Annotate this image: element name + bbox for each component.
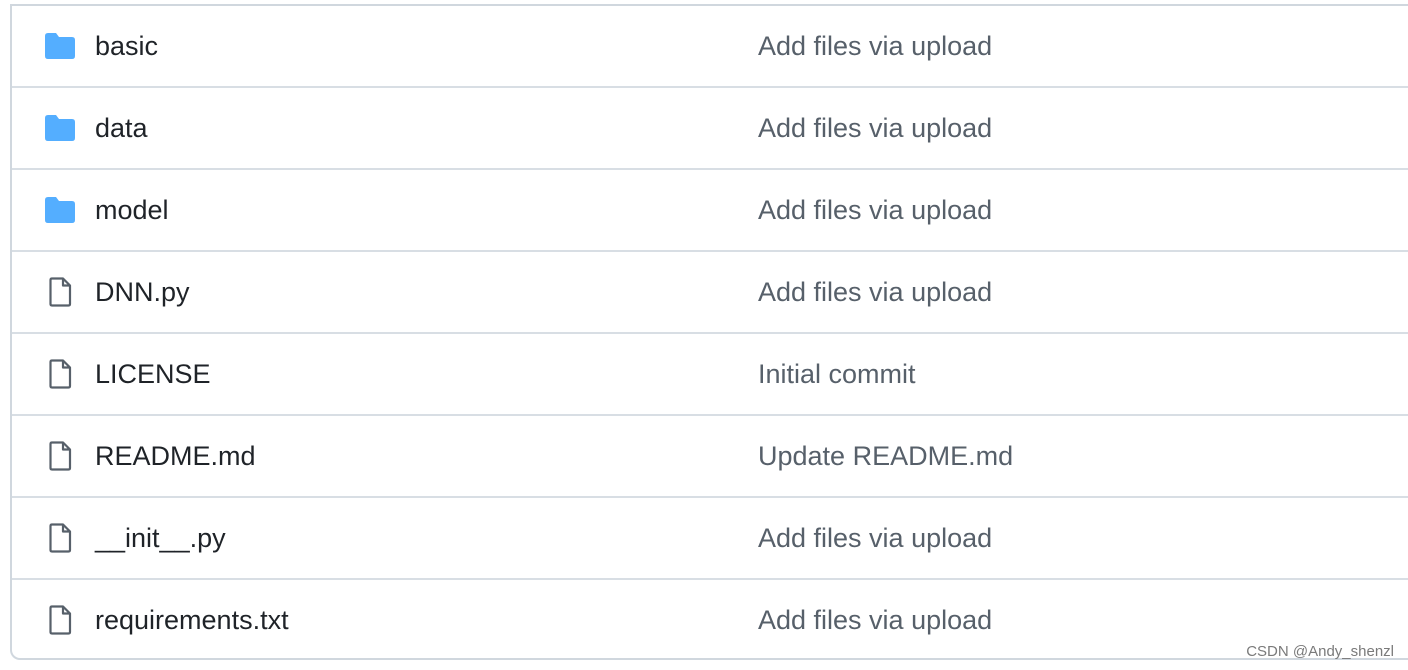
- file-row-license[interactable]: LICENSE Initial commit: [12, 334, 1408, 416]
- commit-message-link[interactable]: Add files via upload: [758, 111, 992, 145]
- folder-icon: [45, 115, 75, 141]
- folder-icon: [45, 33, 75, 59]
- file-row-requirements[interactable]: requirements.txt Add files via upload: [12, 580, 1408, 660]
- file-name-link[interactable]: DNN.py: [95, 275, 190, 309]
- file-name-link[interactable]: model: [95, 193, 169, 227]
- commit-message-link[interactable]: Update README.md: [758, 439, 1013, 473]
- file-list: basic Add files via upload data Add file…: [10, 4, 1408, 660]
- file-name-link[interactable]: README.md: [95, 439, 256, 473]
- csdn-watermark: CSDN @Andy_shenzl: [1246, 643, 1394, 660]
- file-name-link[interactable]: LICENSE: [95, 357, 211, 391]
- file-name-link[interactable]: requirements.txt: [95, 603, 289, 637]
- commit-message-link[interactable]: Initial commit: [758, 357, 916, 391]
- file-name-link[interactable]: __init__.py: [95, 521, 226, 555]
- file-row-basic[interactable]: basic Add files via upload: [12, 6, 1408, 88]
- file-icon: [49, 277, 72, 307]
- file-row-readme[interactable]: README.md Update README.md: [12, 416, 1408, 498]
- file-icon: [49, 359, 72, 389]
- file-name-link[interactable]: basic: [95, 29, 158, 63]
- file-row-data[interactable]: data Add files via upload: [12, 88, 1408, 170]
- file-row-dnn-py[interactable]: DNN.py Add files via upload: [12, 252, 1408, 334]
- file-icon: [49, 523, 72, 553]
- file-row-model[interactable]: model Add files via upload: [12, 170, 1408, 252]
- commit-message-link[interactable]: Add files via upload: [758, 193, 992, 227]
- file-icon: [49, 605, 72, 635]
- file-row-init-py[interactable]: __init__.py Add files via upload: [12, 498, 1408, 580]
- commit-message-link[interactable]: Add files via upload: [758, 29, 992, 63]
- file-icon: [49, 441, 72, 471]
- commit-message-link[interactable]: Add files via upload: [758, 275, 992, 309]
- file-name-link[interactable]: data: [95, 111, 148, 145]
- folder-icon: [45, 197, 75, 223]
- commit-message-link[interactable]: Add files via upload: [758, 521, 992, 555]
- commit-message-link[interactable]: Add files via upload: [758, 603, 992, 637]
